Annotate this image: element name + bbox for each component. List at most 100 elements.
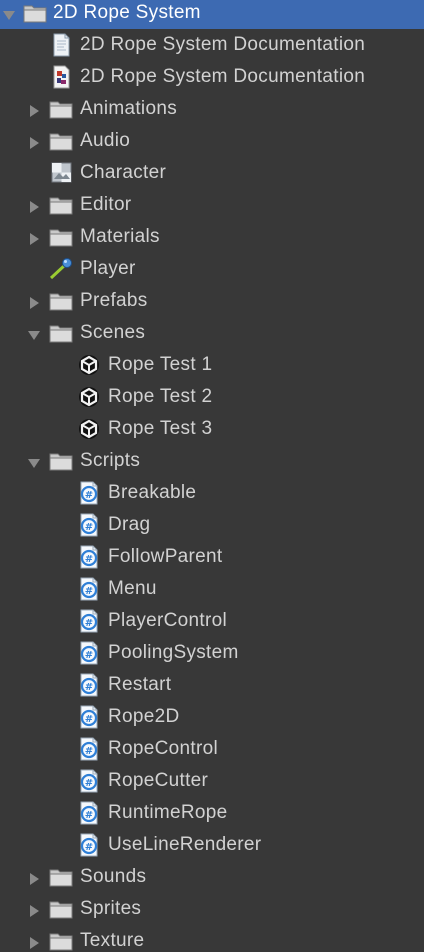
tree-item-rope2d[interactable]: # Rope2D	[0, 701, 424, 733]
csharp-script-icon: #	[76, 769, 102, 793]
svg-text:#: #	[85, 650, 93, 661]
unity-scene-icon	[76, 385, 102, 409]
tree-item-label: 2D Rope System Documentation	[80, 34, 366, 55]
svg-text:#: #	[85, 682, 93, 693]
expand-arrow-right-icon[interactable]	[27, 294, 41, 309]
tree-item-drag[interactable]: # Drag	[0, 509, 424, 541]
folder-icon	[48, 289, 74, 313]
tree-item-scenes[interactable]: Scenes	[0, 317, 424, 349]
tree-item-animations[interactable]: Animations	[0, 93, 424, 125]
expand-arrow-right-icon[interactable]	[27, 934, 41, 949]
tree-item-label: Rope Test 1	[108, 354, 213, 375]
tree-item-breakable[interactable]: # Breakable	[0, 477, 424, 509]
tree-item-label: Materials	[80, 226, 160, 247]
svg-text:#: #	[85, 490, 93, 501]
folder-icon	[22, 1, 48, 25]
svg-text:#: #	[85, 778, 93, 789]
tree-item-sounds[interactable]: Sounds	[0, 861, 424, 893]
csharp-script-icon: #	[76, 801, 102, 825]
csharp-script-icon: #	[76, 577, 102, 601]
tree-item-rope-test-3[interactable]: Rope Test 3	[0, 413, 424, 445]
folder-icon	[48, 449, 74, 473]
tree-item-label: Breakable	[108, 482, 197, 503]
tree-item-restart[interactable]: # Restart	[0, 669, 424, 701]
svg-text:#: #	[85, 746, 93, 757]
tree-item-2d-rope-system-documentation[interactable]: 2D Rope System Documentation	[0, 29, 424, 61]
tree-item-label: Sounds	[80, 866, 147, 887]
csharp-script-icon: #	[76, 609, 102, 633]
expand-arrow-down-icon[interactable]	[27, 454, 41, 468]
tree-item-label: 2D Rope System Documentation	[80, 66, 366, 87]
tree-item-label: Prefabs	[80, 290, 148, 311]
csharp-script-icon: #	[76, 481, 102, 505]
tree-item-menu[interactable]: # Menu	[0, 573, 424, 605]
expand-arrow-right-icon[interactable]	[27, 198, 41, 213]
tree-item-label: RuntimeRope	[108, 802, 228, 823]
tree-item-2d-rope-system-documentation[interactable]: 2D Rope System Documentation	[0, 61, 424, 93]
tree-item-label: Character	[80, 162, 167, 183]
tree-item-audio[interactable]: Audio	[0, 125, 424, 157]
csharp-script-icon: #	[76, 545, 102, 569]
tree-item-sprites[interactable]: Sprites	[0, 893, 424, 925]
tree-item-label: Menu	[108, 578, 157, 599]
csharp-script-icon: #	[76, 673, 102, 697]
folder-icon	[48, 129, 74, 153]
svg-text:#: #	[85, 714, 93, 725]
expand-arrow-right-icon[interactable]	[27, 902, 41, 917]
tree-item-playercontrol[interactable]: # PlayerControl	[0, 605, 424, 637]
tree-item-label: Animations	[80, 98, 177, 119]
tree-item-rope-test-2[interactable]: Rope Test 2	[0, 381, 424, 413]
svg-text:#: #	[85, 842, 93, 853]
tree-item-uselinerenderer[interactable]: # UseLineRenderer	[0, 829, 424, 861]
folder-icon	[48, 97, 74, 121]
tree-item-runtimerope[interactable]: # RuntimeRope	[0, 797, 424, 829]
tree-item-label: Drag	[108, 514, 151, 535]
expand-arrow-down-icon[interactable]	[2, 6, 16, 20]
csharp-script-icon: #	[76, 833, 102, 857]
tree-item-label: Player	[80, 258, 136, 279]
tree-item-poolingsystem[interactable]: # PoolingSystem	[0, 637, 424, 669]
folder-icon	[48, 193, 74, 217]
tree-item-scripts[interactable]: Scripts	[0, 445, 424, 477]
tree-item-label: UseLineRenderer	[108, 834, 262, 855]
tree-item-label: 2D Rope System	[53, 2, 201, 23]
csharp-script-icon: #	[76, 641, 102, 665]
svg-text:#: #	[85, 554, 93, 565]
unity-scene-icon	[76, 417, 102, 441]
unity-scene-icon	[76, 353, 102, 377]
expand-arrow-right-icon[interactable]	[27, 230, 41, 245]
tree-item-followparent[interactable]: # FollowParent	[0, 541, 424, 573]
tree-item-character[interactable]: Character	[0, 157, 424, 189]
expand-arrow-right-icon[interactable]	[27, 134, 41, 149]
texture-icon	[48, 161, 74, 185]
tree-item-texture[interactable]: Texture	[0, 925, 424, 952]
expand-arrow-down-icon[interactable]	[27, 326, 41, 340]
tree-item-label: Restart	[108, 674, 172, 695]
folder-icon	[48, 321, 74, 345]
tree-item-label: Scripts	[80, 450, 141, 471]
tree-item-2d-rope-system[interactable]: 2D Rope System	[0, 0, 424, 29]
tree-item-label: PlayerControl	[108, 610, 228, 631]
tree-item-label: Rope Test 3	[108, 418, 213, 439]
tree-item-ropecutter[interactable]: # RopeCutter	[0, 765, 424, 797]
project-browser-tree: 2D Rope System 2D Rope System Documentat…	[0, 0, 424, 952]
document-image-icon	[48, 65, 74, 89]
svg-text:#: #	[85, 586, 93, 597]
tree-item-label: Rope2D	[108, 706, 180, 727]
tree-item-materials[interactable]: Materials	[0, 221, 424, 253]
csharp-script-icon: #	[76, 737, 102, 761]
tree-item-label: RopeControl	[108, 738, 218, 759]
expand-arrow-right-icon[interactable]	[27, 870, 41, 885]
tree-item-label: Editor	[80, 194, 132, 215]
material-icon	[48, 257, 74, 281]
tree-item-ropecontrol[interactable]: # RopeControl	[0, 733, 424, 765]
tree-item-player[interactable]: Player	[0, 253, 424, 285]
tree-item-label: Texture	[80, 930, 145, 951]
tree-item-editor[interactable]: Editor	[0, 189, 424, 221]
tree-item-prefabs[interactable]: Prefabs	[0, 285, 424, 317]
tree-item-label: RopeCutter	[108, 770, 209, 791]
csharp-script-icon: #	[76, 513, 102, 537]
tree-item-label: Rope Test 2	[108, 386, 213, 407]
expand-arrow-right-icon[interactable]	[27, 102, 41, 117]
tree-item-rope-test-1[interactable]: Rope Test 1	[0, 349, 424, 381]
